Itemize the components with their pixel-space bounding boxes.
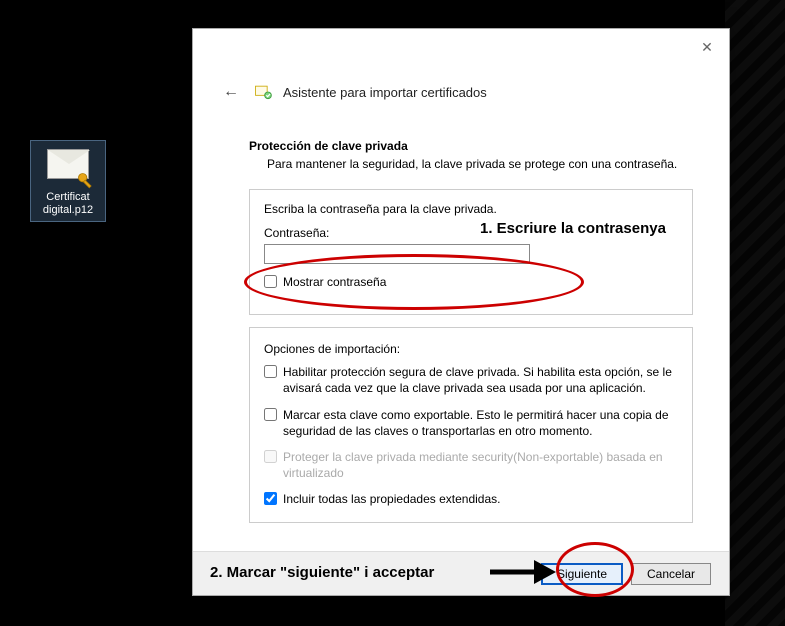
back-arrow-icon[interactable]: ← — [219, 79, 243, 105]
cancel-button[interactable]: Cancelar — [631, 563, 711, 585]
desktop-file-label: Certificat digital.p12 — [33, 191, 103, 217]
exportable-label: Marcar esta clave como exportable. Esto … — [283, 407, 678, 439]
certificate-wizard-icon — [253, 82, 273, 102]
import-certificate-wizard-window: ✕ ← Asistente para importar certificados… — [192, 28, 730, 596]
certificate-file-icon — [44, 149, 92, 189]
next-button[interactable]: Siguiente — [541, 563, 623, 585]
password-label: Contraseña: — [264, 226, 678, 240]
desktop-background-pattern — [725, 0, 785, 626]
strong-protection-label: Habilitar protección segura de clave pri… — [283, 364, 678, 396]
desktop-file-certificate[interactable]: Certificat digital.p12 — [30, 140, 106, 222]
virtualized-protection-checkbox — [264, 450, 277, 463]
section-heading: Protección de clave privada — [249, 139, 693, 153]
show-password-checkbox[interactable] — [264, 275, 277, 288]
import-options-label: Opciones de importación: — [264, 342, 678, 356]
virtualized-protection-label: Proteger la clave privada mediante secur… — [283, 449, 678, 481]
extended-properties-checkbox[interactable] — [264, 492, 277, 505]
strong-protection-checkbox[interactable] — [264, 365, 277, 378]
password-instruction: Escriba la contraseña para la clave priv… — [264, 202, 678, 216]
extended-properties-label: Incluir todas las propiedades extendidas… — [283, 491, 500, 507]
section-subheading: Para mantener la seguridad, la clave pri… — [267, 157, 693, 171]
show-password-label: Mostrar contraseña — [283, 274, 386, 290]
password-input[interactable] — [264, 244, 530, 264]
password-fieldset: Escriba la contraseña para la clave priv… — [249, 189, 693, 315]
import-options-fieldset: Opciones de importación: Habilitar prote… — [249, 327, 693, 522]
exportable-checkbox[interactable] — [264, 408, 277, 421]
wizard-title: Asistente para importar certificados — [283, 85, 487, 100]
wizard-footer: Siguiente Cancelar — [193, 551, 729, 595]
close-button[interactable]: ✕ — [695, 35, 719, 59]
